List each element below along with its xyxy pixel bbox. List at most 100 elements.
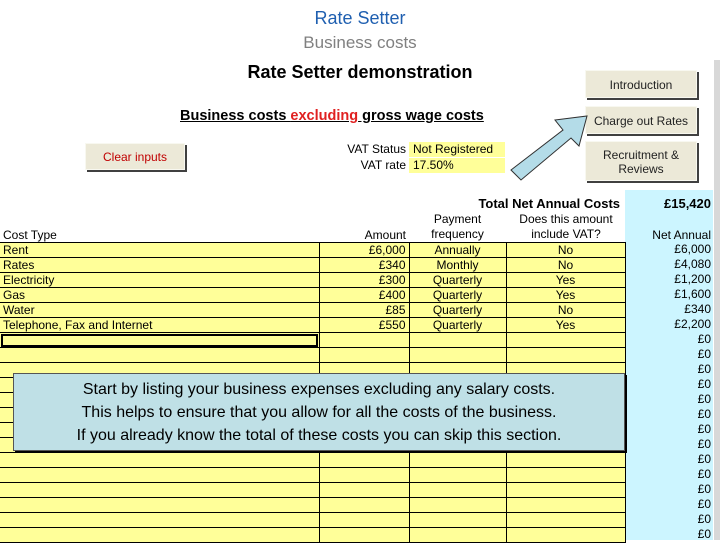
vertical-scrollbar[interactable]: [714, 60, 720, 540]
frequency-cell[interactable]: [408, 452, 507, 468]
section-heading: Business costs excluding gross wage cost…: [180, 108, 484, 124]
includes-vat-cell[interactable]: No: [505, 302, 626, 318]
includes-vat-cell[interactable]: [505, 512, 626, 528]
table-row: [0, 347, 626, 363]
frequency-cell[interactable]: [408, 332, 507, 348]
includes-vat-cell[interactable]: [505, 452, 626, 468]
table-row: [0, 482, 626, 498]
includes-vat-cell[interactable]: No: [505, 242, 626, 258]
table-row: [0, 497, 626, 513]
includes-vat-cell[interactable]: [505, 527, 626, 543]
vat-status-label: VAT Status: [347, 142, 406, 156]
amount-cell[interactable]: £340: [318, 257, 410, 273]
includes-vat-cell[interactable]: [505, 467, 626, 483]
cost-type-cell[interactable]: Rent: [0, 242, 320, 258]
total-net-annual-label: Total Net Annual Costs: [478, 196, 620, 211]
heading-highlight: excluding: [290, 108, 359, 124]
net-annual-list: £6,000 £4,080 £1,200 £1,600 £340 £2,200 £0 £0 £0…: [625, 242, 713, 542]
cost-type-cell[interactable]: Rates: [0, 257, 320, 273]
header-net-annual: Net Annual: [652, 228, 711, 242]
net-annual-cell: £0: [697, 467, 711, 481]
frequency-cell[interactable]: [408, 347, 507, 363]
net-annual-cell: £0: [697, 332, 711, 346]
amount-cell[interactable]: £85: [318, 302, 410, 318]
cost-type-cell[interactable]: [0, 467, 320, 483]
charge-out-rates-button[interactable]: Charge out Rates: [585, 106, 697, 134]
slide-subtitle: Business costs: [303, 33, 417, 52]
net-annual-cell: £0: [697, 497, 711, 511]
amount-cell[interactable]: [318, 512, 410, 528]
net-annual-cell: £4,080: [674, 257, 711, 271]
vat-rate-label: VAT rate: [360, 158, 406, 172]
cost-type-cell[interactable]: [0, 512, 320, 528]
includes-vat-cell[interactable]: [505, 497, 626, 513]
includes-vat-cell[interactable]: Yes: [505, 272, 626, 288]
amount-cell[interactable]: [318, 347, 410, 363]
header-cost-type: Cost Type: [3, 228, 57, 242]
amount-cell[interactable]: [318, 482, 410, 498]
includes-vat-cell[interactable]: Yes: [505, 317, 626, 333]
frequency-cell[interactable]: Quarterly: [408, 287, 507, 303]
amount-cell[interactable]: [318, 527, 410, 543]
net-annual-cell: £0: [697, 482, 711, 496]
frequency-cell[interactable]: Quarterly: [408, 302, 507, 318]
amount-cell[interactable]: [318, 452, 410, 468]
frequency-cell[interactable]: [408, 512, 507, 528]
recruitment-reviews-button[interactable]: Recruitment & Reviews: [585, 141, 697, 181]
amount-cell[interactable]: £6,000: [318, 242, 410, 258]
net-annual-cell: £0: [697, 452, 711, 466]
frequency-cell[interactable]: [408, 497, 507, 513]
cost-type-cell[interactable]: Telephone, Fax and Internet: [0, 317, 320, 333]
frequency-cell[interactable]: Quarterly: [408, 272, 507, 288]
cost-type-cell[interactable]: [0, 497, 320, 513]
heading-part1: Business costs: [180, 108, 291, 124]
total-net-annual-value: £15,420: [664, 196, 711, 211]
cost-type-cell[interactable]: [0, 482, 320, 498]
amount-cell[interactable]: [318, 332, 410, 348]
net-annual-cell: £0: [697, 347, 711, 361]
includes-vat-cell[interactable]: [505, 347, 626, 363]
includes-vat-cell[interactable]: No: [505, 257, 626, 273]
vat-status-value: Not Registered: [409, 142, 505, 157]
net-annual-cell: £0: [697, 512, 711, 526]
net-annual-cell: £0: [697, 392, 711, 406]
frequency-cell[interactable]: Annually: [408, 242, 507, 258]
header-frequency-line1: Payment: [433, 212, 482, 226]
table-row: [0, 332, 626, 348]
amount-cell[interactable]: £400: [318, 287, 410, 303]
cost-type-cell[interactable]: [0, 332, 320, 348]
cost-type-cell[interactable]: [0, 452, 320, 468]
cost-type-cell[interactable]: Gas: [0, 287, 320, 303]
frequency-cell[interactable]: [408, 527, 507, 543]
includes-vat-cell[interactable]: Yes: [505, 287, 626, 303]
amount-cell[interactable]: £550: [318, 317, 410, 333]
frequency-cell[interactable]: [408, 482, 507, 498]
note-line1: Start by listing your business expenses …: [82, 381, 556, 398]
amount-cell[interactable]: £300: [318, 272, 410, 288]
header-includes-vat: Does this amount include VAT?: [506, 212, 626, 242]
net-annual-cell: £6,000: [674, 242, 711, 256]
cost-type-cell[interactable]: Electricity: [0, 272, 320, 288]
introduction-button[interactable]: Introduction: [585, 70, 697, 98]
amount-cell[interactable]: [318, 467, 410, 483]
cost-type-cell[interactable]: Water: [0, 302, 320, 318]
cost-type-cell[interactable]: [0, 347, 320, 363]
header-payment-frequency: Payment frequency: [409, 212, 506, 242]
vat-rate-value: 17.50%: [409, 158, 505, 173]
table-row: [0, 527, 626, 543]
includes-vat-cell[interactable]: [505, 482, 626, 498]
includes-vat-cell[interactable]: [505, 332, 626, 348]
clear-inputs-button[interactable]: Clear inputs: [85, 143, 185, 170]
table-row: Rent £6,000 Annually No: [0, 242, 626, 258]
header-frequency-line2: frequency: [431, 227, 484, 241]
amount-cell[interactable]: [318, 497, 410, 513]
frequency-cell[interactable]: [408, 467, 507, 483]
cost-type-cell[interactable]: [0, 527, 320, 543]
net-annual-cell: £0: [697, 362, 711, 376]
arrow-pointer-icon: [510, 115, 588, 181]
table-row: Water £85 Quarterly No: [0, 302, 626, 318]
table-row: Rates £340 Monthly No: [0, 257, 626, 273]
frequency-cell[interactable]: Monthly: [408, 257, 507, 273]
slide-title: Rate Setter: [314, 8, 406, 28]
frequency-cell[interactable]: Quarterly: [408, 317, 507, 333]
